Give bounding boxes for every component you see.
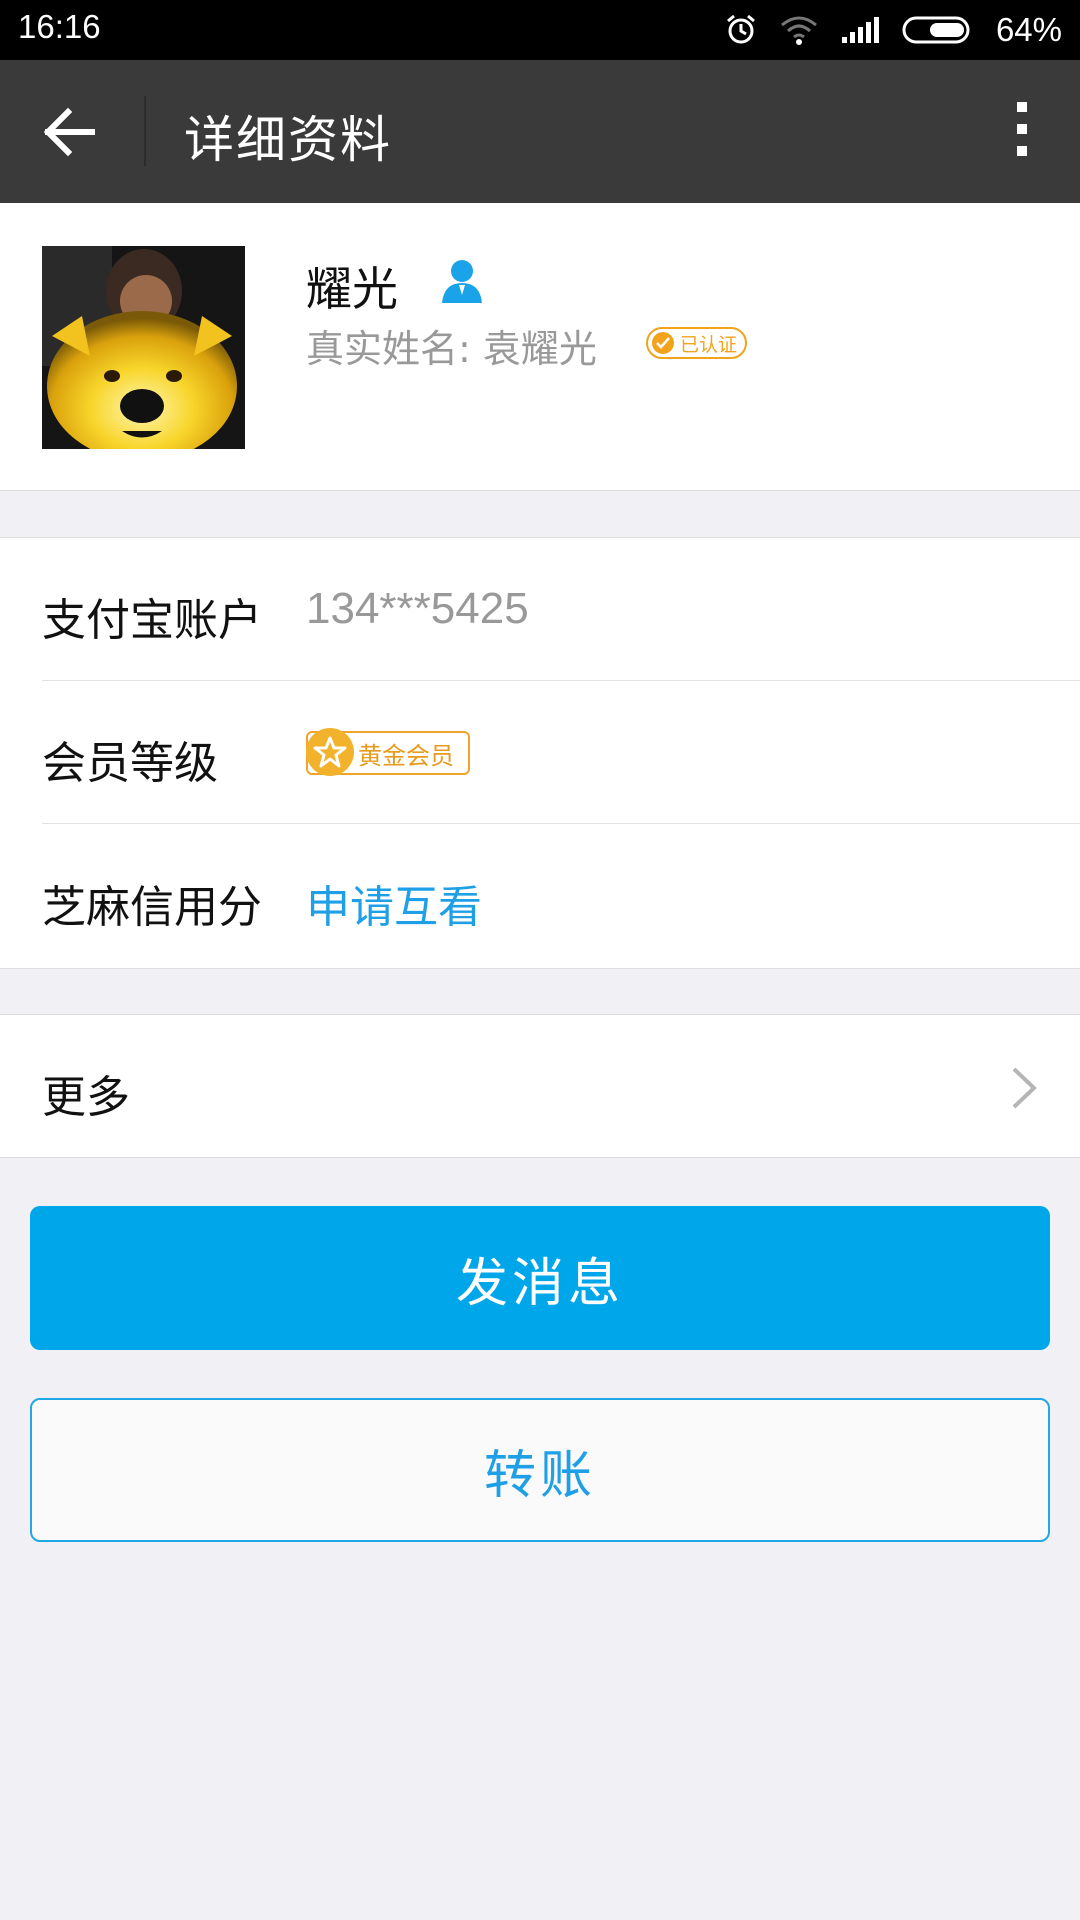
verified-label: 已认证 [680,333,738,356]
avatar-image [42,246,245,449]
app-bar: 详细资料 [0,60,1080,203]
overflow-dot [1017,146,1027,156]
member-badge-label: 黄金会员 [358,741,454,770]
overflow-dot [1017,124,1027,134]
row-divider [42,823,1080,824]
credit-score-row: 芝麻信用分 申请互看 [0,825,1080,968]
page-title: 详细资料 [184,111,392,169]
more-label: 更多 [42,1072,130,1123]
wifi-icon [780,16,817,45]
star-icon [306,728,354,776]
status-bar: 16:16 64% [0,0,1080,60]
appbar-divider [144,96,146,166]
back-arrow-icon [43,107,95,157]
overflow-menu-icon [1017,102,1027,112]
member-level-label: 会员等级 [42,738,218,789]
nickname: 耀光 [306,262,398,316]
status-icons: 64% [724,8,1062,52]
chevron-right-icon [1012,1067,1037,1109]
member-level-row[interactable]: 会员等级 黄金会员 [0,681,1080,824]
account-row[interactable]: 支付宝账户 134***5425 [0,538,1080,681]
back-button[interactable] [30,96,114,168]
account-value: 134***5425 [306,584,529,633]
signal-icon [841,17,879,43]
alarm-icon [726,14,755,44]
member-badge: 黄金会员 [306,728,470,776]
battery-icon [902,16,970,44]
check-icon [652,332,674,354]
real-name: 真实姓名: 袁耀光 [306,327,597,371]
profile-card: 耀光 真实姓名: 袁耀光 已认证 [0,203,1080,491]
more-row[interactable]: 更多 [0,1014,1080,1158]
account-label: 支付宝账户 [42,595,262,646]
battery-percent: 64% [995,11,1062,48]
credit-score-label: 芝麻信用分 [42,882,262,933]
person-icon [442,260,482,303]
status-time: 16:16 [18,8,101,45]
transfer-button[interactable]: 转账 [30,1398,1050,1542]
request-view-link[interactable]: 申请互看 [306,871,482,935]
verified-badge: 已认证 [646,327,748,359]
overflow-menu-button[interactable] [1004,98,1040,168]
info-list: 支付宝账户 134***5425 会员等级 黄金会员 芝麻信用分 申请互看 [0,537,1080,969]
send-message-button[interactable]: 发消息 [30,1206,1050,1350]
avatar[interactable] [42,246,245,449]
